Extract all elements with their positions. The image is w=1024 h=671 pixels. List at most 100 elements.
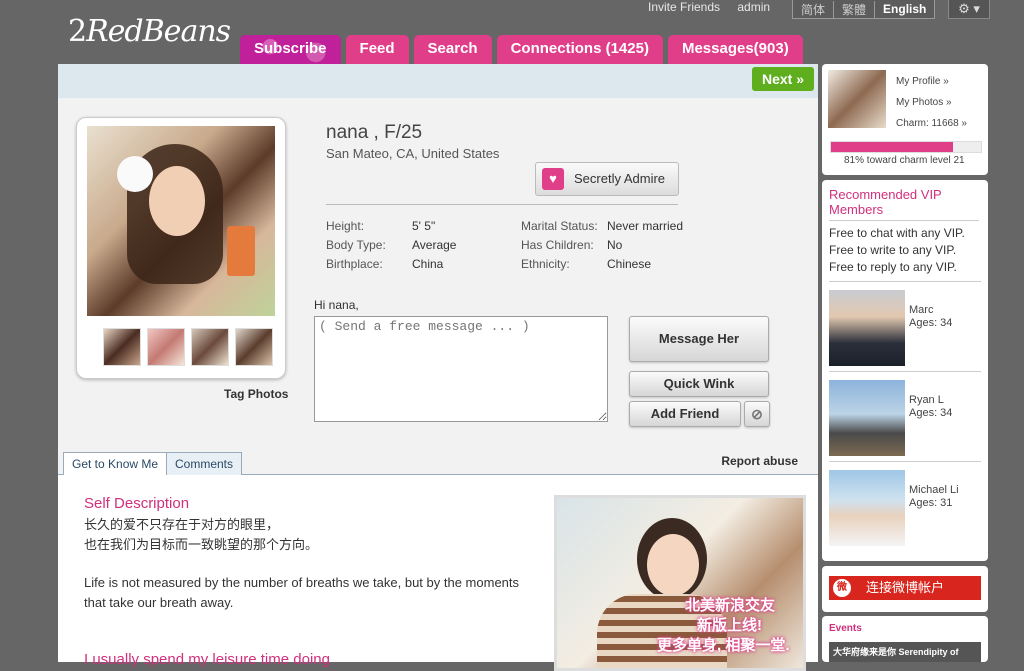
tab-get-to-know-me[interactable]: Get to Know Me (63, 452, 168, 476)
attr-value-ethnicity: Chinese (607, 257, 652, 271)
message-her-button[interactable]: Message Her (629, 316, 769, 362)
weibo-label: 连接微博帐户 (865, 580, 944, 595)
attr-value-birthplace: China (412, 257, 444, 271)
self-description-english: Life is not measured by the number of br… (84, 575, 520, 610)
nav-feed[interactable]: Feed (345, 35, 409, 64)
user-link[interactable]: admin (737, 0, 770, 14)
attr-label-birthplace: Birthplace: (326, 257, 383, 271)
nav-connections[interactable]: Connections (1425) (496, 35, 663, 64)
member-name: Marc (909, 304, 934, 316)
site-logo[interactable]: 2RedBeans (68, 14, 231, 49)
tab-comments[interactable]: Comments (166, 452, 243, 475)
promo-text: 北美新浪交友 (685, 597, 776, 614)
charm-progress-bar (830, 141, 982, 153)
chinese-line: 长久的爱不只存在于对方的眼里， (84, 517, 280, 532)
member-photo[interactable] (829, 470, 905, 546)
profile-photo-frame (76, 117, 286, 379)
charm-progress-fill (831, 142, 953, 152)
attr-value-marital: Never married (607, 219, 684, 233)
photo-thumbnail[interactable] (191, 328, 229, 366)
attr-value-children: No (607, 238, 623, 252)
promo-text: 新版上线! (697, 617, 762, 634)
photo-thumbnail[interactable] (103, 328, 141, 366)
my-avatar[interactable] (828, 70, 886, 128)
profile-top-strip: Next » (58, 64, 818, 98)
message-greeting: Hi nana, (314, 298, 359, 312)
profile-location: San Mateo, CA, United States (326, 146, 500, 161)
member-name: Michael Li (909, 484, 959, 496)
tag-photos-link[interactable]: Tag Photos (224, 387, 288, 401)
logo-prefix: 2 (68, 14, 87, 49)
photo-thumbnail[interactable] (147, 328, 185, 366)
member-photo[interactable] (829, 380, 905, 456)
secretly-admire-label: Secretly Admire (574, 171, 666, 186)
member-name: Ryan L (909, 394, 944, 406)
member-age: Ages: 34 (909, 317, 953, 329)
vip-members-panel: Recommended VIP Members Free to chat wit… (822, 180, 988, 561)
divider (326, 204, 678, 205)
next-profile-button[interactable]: Next » (751, 67, 814, 91)
block-user-button[interactable]: ⊘ (744, 401, 770, 427)
attr-label-body: Body Type: (326, 238, 386, 252)
main-nav: Subscribe Feed Search Connections (1425)… (240, 35, 808, 64)
about-section: Self Description 长久的爱不只存在于对方的眼里， 也在我们为目标… (58, 475, 818, 671)
vip-member-card[interactable]: Marc Ages: 34 (829, 281, 981, 366)
weibo-panel: 微 连接微博帐户 (822, 566, 988, 612)
lang-traditional[interactable]: 繁體 (834, 0, 876, 18)
vip-perk: Free to reply to any VIP. (829, 260, 957, 274)
events-heading: Events (829, 623, 862, 634)
events-panel: Events 大华府缘来是你 Serendipity of (822, 616, 988, 662)
my-photos-link[interactable]: My Photos » (896, 97, 952, 108)
attr-label-children: Has Children: (521, 238, 594, 252)
promo-text: 更多单身, 相聚一堂. (657, 637, 790, 654)
vip-perk: Free to chat with any VIP. (829, 226, 965, 240)
member-age: Ages: 31 (909, 497, 953, 509)
language-switcher: 简体 繁體 English (792, 0, 936, 19)
vip-perk: Free to write to any VIP. (829, 243, 957, 257)
event-item[interactable]: 大华府缘来是你 Serendipity of (829, 642, 981, 662)
chinese-line: 也在我们为目标而一致眺望的那个方向。 (84, 537, 319, 552)
attr-label-marital: Marital Status: (521, 219, 598, 233)
weibo-icon: 微 (833, 579, 851, 597)
vip-member-card[interactable]: Ryan L Ages: 34 (829, 371, 981, 456)
gear-icon: ⚙ (958, 1, 970, 16)
connect-weibo-button[interactable]: 微 连接微博帐户 (829, 576, 981, 600)
charm-progress-text: 81% toward charm level 21 (844, 155, 965, 166)
nav-messages[interactable]: Messages(903) (667, 35, 803, 64)
vip-heading: Recommended VIP Members (829, 187, 979, 221)
member-age: Ages: 34 (909, 407, 953, 419)
my-profile-link[interactable]: My Profile » (896, 76, 949, 87)
invite-friends-link[interactable]: Invite Friends (648, 0, 720, 14)
photo-thumbnail[interactable] (235, 328, 273, 366)
add-friend-button[interactable]: Add Friend (629, 401, 741, 427)
attr-label-height: Height: (326, 219, 365, 233)
attr-value-body: Average (412, 238, 457, 252)
nav-subscribe[interactable]: Subscribe (240, 35, 341, 64)
quick-wink-button[interactable]: Quick Wink (629, 371, 769, 397)
attr-label-ethnicity: Ethnicity: (521, 257, 570, 271)
lang-simplified[interactable]: 简体 (793, 0, 835, 18)
profile-main-photo[interactable] (87, 126, 275, 316)
lang-english[interactable]: English (875, 2, 934, 16)
profile-card: Next » Tag Photos nana , F/25 San Mateo,… (58, 64, 818, 671)
vip-member-card[interactable]: Michael Li Ages: 31 (829, 461, 981, 546)
nav-search[interactable]: Search (413, 35, 492, 64)
profile-name: nana , F/25 (326, 122, 423, 143)
secretly-admire-button[interactable]: ♥ Secretly Admire (535, 162, 679, 196)
charm-link[interactable]: Charm: 11668 » (896, 118, 967, 129)
settings-menu-button[interactable]: ⚙ ▾ (948, 0, 990, 19)
top-links: Invite Friends admin (648, 0, 784, 14)
report-abuse-link[interactable]: Report abuse (721, 454, 798, 468)
self-description-heading: Self Description (84, 495, 190, 512)
promo-banner[interactable]: 北美新浪交友 新版上线! 更多单身, 相聚一堂. (554, 495, 806, 671)
self-description-chinese: 长久的爱不只存在于对方的眼里， 也在我们为目标而一致眺望的那个方向。 (84, 515, 318, 555)
heart-icon: ♥ (542, 168, 564, 190)
leisure-heading: I usually spend my leisure time doing (84, 651, 330, 668)
attr-value-height: 5' 5" (412, 219, 436, 233)
message-input[interactable] (314, 316, 608, 422)
logo-main: RedBeans (86, 14, 231, 49)
block-icon: ⊘ (751, 406, 763, 422)
my-account-panel: My Profile » My Photos » Charm: 11668 » … (822, 64, 988, 175)
photo-thumbnails (103, 328, 279, 366)
member-photo[interactable] (829, 290, 905, 366)
